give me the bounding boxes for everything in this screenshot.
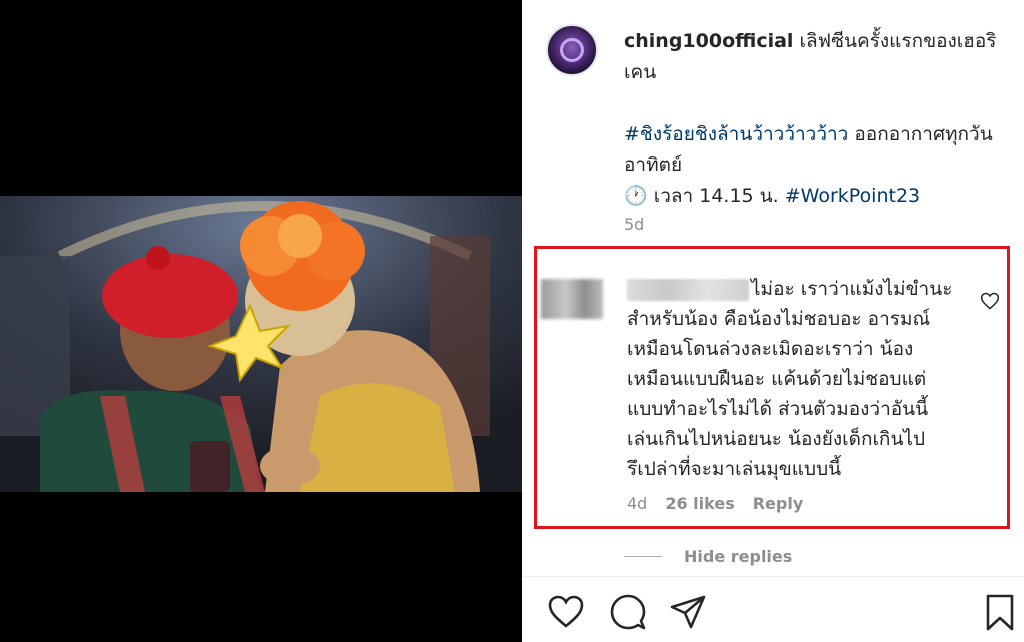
- comment-line: สำหรับน้อง คือน้องไม่ชอบอะ อารมณ์: [627, 308, 931, 330]
- comment-line: เล่นเกินไปหน่อยนะ น้องยังเด็กเกินไป: [627, 428, 926, 450]
- post-action-bar: [522, 588, 1024, 634]
- clock-icon: 🕐: [624, 185, 648, 207]
- hashtag-channel[interactable]: #WorkPoint23: [785, 185, 920, 207]
- photo-illustration: [0, 196, 522, 492]
- comment-meta: 4d 26 likes Reply: [627, 494, 803, 513]
- comment-like-heart-icon[interactable]: [980, 291, 1000, 311]
- comment-line: แบบทำอะไรไม่ได้ ส่วนตัวมองว่าอันนี้: [627, 398, 929, 420]
- comment-icon: [610, 594, 646, 630]
- heart-icon: [548, 595, 584, 628]
- comment-likes[interactable]: 26 likes: [665, 494, 734, 513]
- bookmark-icon: [986, 594, 1014, 631]
- comment-line: เหมือนแบบฝืนอะ แค้นด้วยไม่ชอบแต่: [627, 368, 927, 390]
- post-media[interactable]: [0, 0, 522, 642]
- actions-divider: [522, 576, 1024, 577]
- comment-reply-button[interactable]: Reply: [753, 494, 804, 513]
- post-caption: ching100official เลิฟซีนครั้งแรกของเฮอริ…: [624, 26, 1004, 212]
- highlighted-comment: ไม่อะ เราว่าแม้งไม่ขำนะ สำหรับน้อง คือน้…: [534, 246, 1010, 529]
- comment-button[interactable]: [608, 592, 648, 632]
- like-button[interactable]: [546, 592, 586, 632]
- comment-text: ไม่อะ เราว่าแม้งไม่ขำนะ สำหรับน้อง คือน้…: [627, 274, 967, 484]
- share-icon: [670, 595, 706, 629]
- comment-line: ไม่อะ เราว่าแม้งไม่ขำนะ: [751, 278, 953, 300]
- hashtag-show[interactable]: #ชิงร้อยชิงล้านว้าวว้าวว้าว: [624, 123, 848, 145]
- replies-divider-line: [624, 556, 662, 557]
- comment-age[interactable]: 4d: [627, 494, 647, 513]
- account-avatar[interactable]: [546, 24, 598, 76]
- save-button[interactable]: [980, 592, 1020, 632]
- caption-username[interactable]: ching100official: [624, 30, 793, 52]
- caption-time-text: เวลา 14.15 น.: [653, 185, 779, 207]
- comment-line: เหมือนโดนล่วงละเมิดอะเราว่า น้อง: [627, 338, 914, 360]
- hide-replies-label[interactable]: Hide replies: [684, 547, 792, 566]
- comment-line: รึเปล่าที่จะมาเล่นมุขแบบนี้: [627, 458, 842, 480]
- hide-replies-toggle[interactable]: Hide replies: [624, 547, 792, 566]
- comment-avatar-blurred[interactable]: [541, 279, 603, 319]
- post-photo[interactable]: [0, 196, 522, 492]
- share-button[interactable]: [668, 592, 708, 632]
- post-time-ago[interactable]: 5d: [624, 215, 644, 234]
- post-details-panel: ching100official เลิฟซีนครั้งแรกของเฮอริ…: [522, 0, 1024, 642]
